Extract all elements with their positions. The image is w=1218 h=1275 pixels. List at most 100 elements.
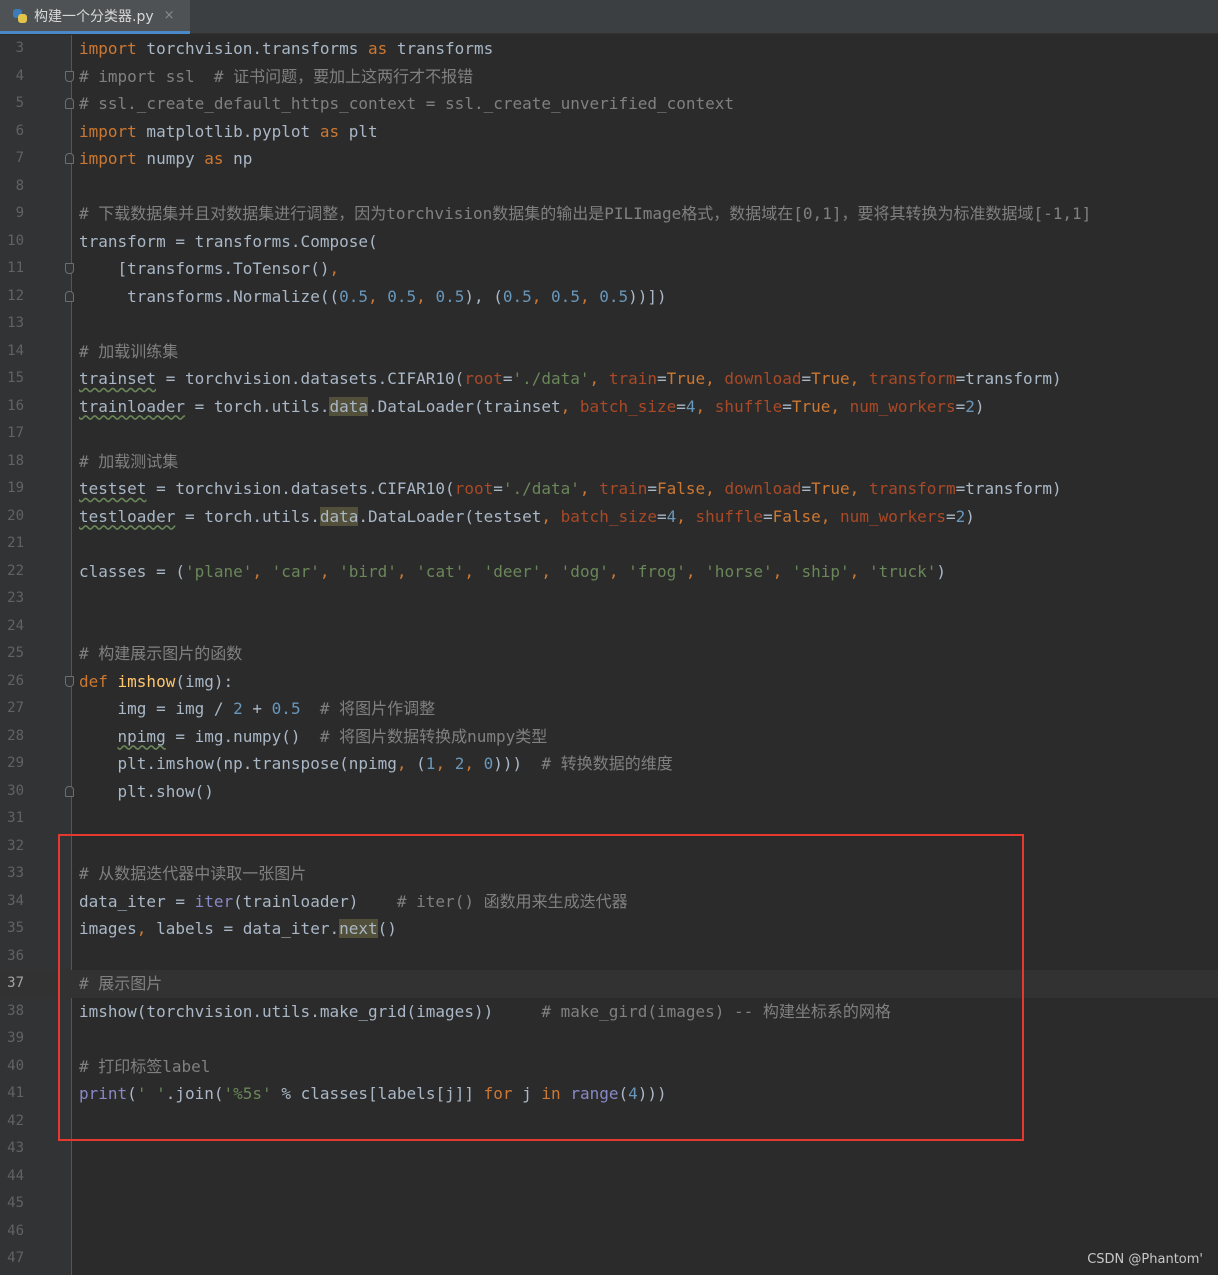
- code-token: trainloader: [79, 396, 185, 416]
- line-number: 39: [7, 1030, 24, 1046]
- code-line-3[interactable]: 3 import torchvision.transforms as transf…: [0, 35, 1218, 63]
- close-icon[interactable]: ×: [164, 8, 175, 23]
- fold-marker-icon[interactable]: [65, 290, 74, 302]
- line-number: 38: [7, 1002, 24, 1019]
- code-line-22[interactable]: 22 classes = ('plane', 'car', 'bird', 'ca…: [0, 558, 1218, 586]
- line-number: 37: [7, 975, 24, 991]
- code-token: ,: [705, 479, 725, 498]
- code-line-11[interactable]: 11 [transforms.ToTensor(),: [0, 255, 1218, 283]
- line-number: 43: [7, 1140, 24, 1156]
- code-token: imshow(torchvision.utils.make_grid(image…: [79, 1001, 542, 1021]
- code-line-18[interactable]: 18 # 加载测试集: [0, 448, 1218, 476]
- fold-marker-icon[interactable]: [65, 263, 74, 274]
- fold-marker-icon[interactable]: [65, 153, 74, 164]
- code-line-19[interactable]: 19 testset = torchvision.datasets.CIFAR10…: [0, 475, 1218, 503]
- code-line-31[interactable]: 31: [0, 805, 1218, 833]
- line-number: 16: [7, 397, 24, 414]
- code-text: # 构建展示图片的函数: [79, 640, 242, 668]
- line-number: 22: [7, 562, 24, 579]
- code-line-17[interactable]: 17: [0, 420, 1218, 448]
- code-line-6[interactable]: 6 import matplotlib.pyplot as plt: [0, 118, 1218, 146]
- code-token: plt: [339, 121, 378, 141]
- code-token: ), (: [464, 286, 503, 306]
- line-number: 8: [15, 177, 24, 194]
- code-token: labels = data_iter.: [156, 919, 340, 938]
- code-line-33[interactable]: 33 # 从数据迭代器中读取一张图片: [0, 860, 1218, 888]
- code-token: train: [608, 369, 657, 388]
- code-line-41[interactable]: 41 print(' '.join('%5s' % classes[labels[…: [0, 1080, 1218, 1108]
- code-line-20[interactable]: 20 testloader = torch.utils.data.DataLoad…: [0, 503, 1218, 531]
- code-token: import: [79, 149, 137, 168]
- code-line-29[interactable]: 29 plt.imshow(np.transpose(npimg, (1, 2,…: [0, 750, 1218, 778]
- code-token: 2: [955, 506, 966, 526]
- code-line-26[interactable]: 26 def imshow(img):: [0, 668, 1218, 696]
- code-line-24[interactable]: 24: [0, 613, 1218, 641]
- code-line-37[interactable]: 37 # 展示图片: [0, 970, 1218, 998]
- code-token: =: [801, 369, 812, 388]
- code-line-39[interactable]: 39: [0, 1025, 1218, 1053]
- code-line-38[interactable]: 38 imshow(torchvision.utils.make_grid(ima…: [0, 998, 1218, 1026]
- line-number: 6: [15, 122, 24, 139]
- code-line-40[interactable]: 40 # 打印标签label: [0, 1053, 1218, 1081]
- code-text: # 加载测试集: [79, 448, 178, 476]
- line-number: 10: [7, 232, 24, 249]
- code-token: ,: [416, 286, 436, 306]
- code-token: # ssl._create_default_https_context = ss…: [79, 94, 735, 113]
- code-line-8[interactable]: 8: [0, 173, 1218, 201]
- fold-marker-icon[interactable]: [65, 675, 74, 687]
- code-line-14[interactable]: 14 # 加载训练集: [0, 338, 1218, 366]
- code-line-44[interactable]: 44: [0, 1163, 1218, 1191]
- tab-classifier-file[interactable]: 构建一个分类器.py ×: [0, 0, 190, 34]
- code-line-35[interactable]: 35 images, labels = data_iter.next(): [0, 915, 1218, 943]
- code-text: # 从数据迭代器中读取一张图片: [79, 860, 306, 888]
- code-line-10[interactable]: 10 transform = transforms.Compose(: [0, 228, 1218, 256]
- code-line-34[interactable]: 34 data_iter = iter(trainloader) # iter()…: [0, 888, 1218, 916]
- code-line-5[interactable]: 5 # ssl._create_default_https_context = s…: [0, 90, 1218, 118]
- fold-marker-icon[interactable]: [65, 70, 74, 82]
- line-number: 33: [7, 865, 24, 881]
- code-line-16[interactable]: 16 trainloader = torch.utils.data.DataLoa…: [0, 393, 1218, 421]
- code-line-13[interactable]: 13: [0, 310, 1218, 338]
- code-line-15[interactable]: 15 trainset = torchvision.datasets.CIFAR1…: [0, 365, 1218, 393]
- code-line-9[interactable]: 9 # 下载数据集并且对数据集进行调整，因为torchvision数据集的输出是P…: [0, 200, 1218, 228]
- code-token: =: [656, 369, 667, 388]
- code-line-43[interactable]: 43: [0, 1135, 1218, 1163]
- code-line-23[interactable]: 23: [0, 585, 1218, 613]
- code-line-7[interactable]: 7 import numpy as np: [0, 145, 1218, 173]
- code-token: 'ship': [791, 561, 850, 581]
- code-line-4[interactable]: 4 # import ssl # 证书问题，要加上这两行才不报错: [0, 63, 1218, 91]
- code-editor[interactable]: 3 import torchvision.transforms as transf…: [0, 35, 1218, 1275]
- code-line-25[interactable]: 25 # 构建展示图片的函数: [0, 640, 1218, 668]
- code-text: transform = transforms.Compose(: [79, 228, 378, 256]
- line-number: 9: [15, 205, 24, 221]
- line-number: 41: [7, 1085, 24, 1101]
- code-token: testset: [79, 479, 147, 498]
- fold-marker-icon[interactable]: [65, 98, 74, 109]
- code-token: ): [936, 561, 947, 581]
- code-line-28[interactable]: 28 npimg = img.numpy() # 将图片数据转换成numpy类型: [0, 723, 1218, 751]
- line-number: 15: [7, 370, 24, 386]
- code-line-36[interactable]: 36: [0, 943, 1218, 971]
- code-line-45[interactable]: 45: [0, 1190, 1218, 1218]
- line-number: 27: [7, 700, 24, 716]
- code-line-21[interactable]: 21: [0, 530, 1218, 558]
- code-line-27[interactable]: 27 img = img / 2 + 0.5 # 将图片作调整: [0, 695, 1218, 723]
- line-number: 5: [15, 95, 24, 111]
- code-line-32[interactable]: 32: [0, 833, 1218, 861]
- code-token: 0.5: [271, 699, 301, 718]
- code-token: ,: [849, 479, 869, 498]
- line-number: 7: [15, 150, 24, 166]
- code-token: # 从数据迭代器中读取一张图片: [79, 864, 307, 883]
- code-line-30[interactable]: 30 plt.show(): [0, 778, 1218, 806]
- code-token: (: [127, 1084, 137, 1103]
- code-token: 0.5: [339, 286, 368, 306]
- code-line-46[interactable]: 46: [0, 1218, 1218, 1246]
- line-number: 44: [7, 1167, 24, 1184]
- code-line-47[interactable]: 47: [0, 1245, 1218, 1273]
- code-token: ,: [579, 286, 600, 306]
- code-line-42[interactable]: 42: [0, 1108, 1218, 1136]
- fold-marker-icon[interactable]: [65, 785, 74, 797]
- code-line-12[interactable]: 12 transforms.Normalize((0.5, 0.5, 0.5),…: [0, 283, 1218, 311]
